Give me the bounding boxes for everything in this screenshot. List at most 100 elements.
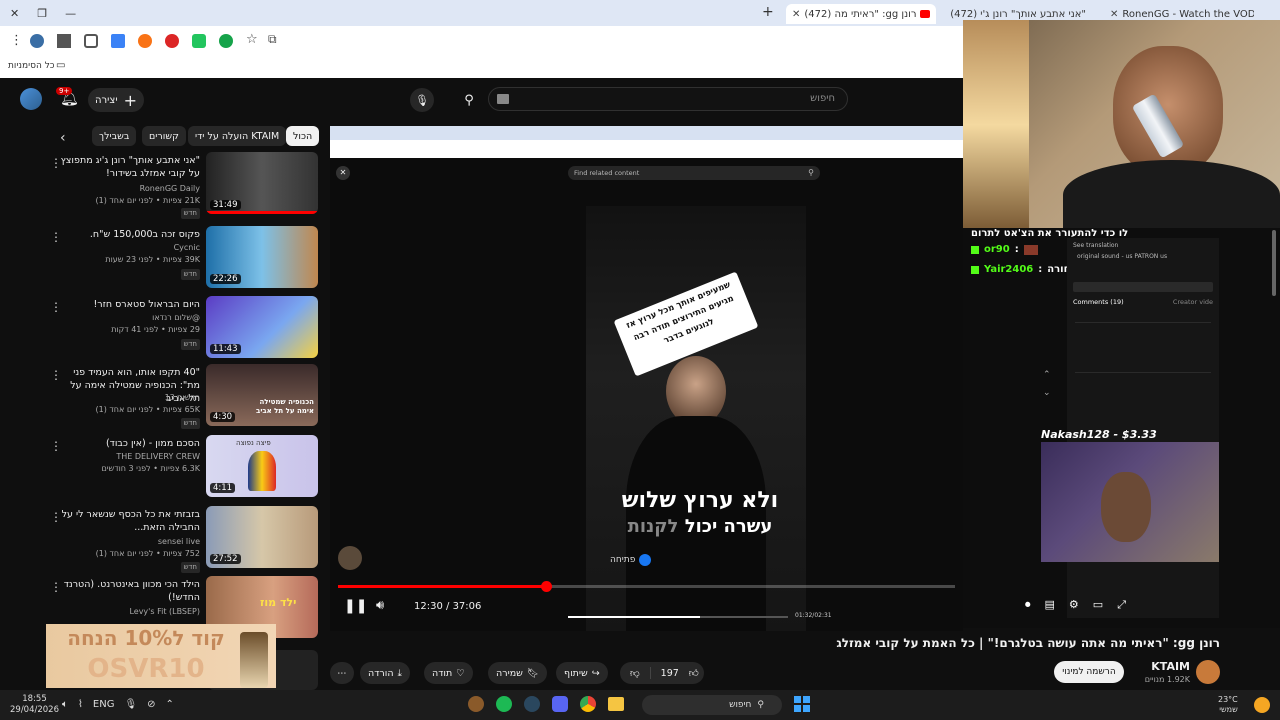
tab-active[interactable]: רונן gg: "ראיתי מה (472) ✕ xyxy=(786,4,936,24)
clock[interactable]: 18:55 29/04/2026 xyxy=(10,694,59,716)
extension-icon[interactable] xyxy=(111,34,125,48)
mic-icon[interactable]: 🎙︎ xyxy=(124,699,137,710)
see-translation-link[interactable]: See translation xyxy=(1067,238,1219,253)
puzzle-icon[interactable] xyxy=(84,34,98,48)
more-options-icon[interactable]: ⋮ xyxy=(50,439,62,453)
language-indicator[interactable]: ENG xyxy=(93,699,115,710)
video-thumbnail[interactable]: פיצה נפוצה 4:11 xyxy=(206,435,318,497)
autoplay-toggle-icon[interactable]: ⏺ xyxy=(1025,598,1031,612)
more-options-icon[interactable]: ⋮ xyxy=(50,510,62,524)
subtitles-icon[interactable]: ▤ xyxy=(1045,598,1055,612)
channel-name[interactable]: RonenGG Daily xyxy=(30,183,200,194)
inner-search[interactable]: Find related content ⚲ xyxy=(568,166,820,180)
chevron-down-icon[interactable]: ⌄ xyxy=(1043,388,1051,398)
list-item[interactable]: 11:43 היום הבראול סטארס חזר! @שלום רנדאו… xyxy=(0,296,322,366)
share-button[interactable]: שיתוף ↪ xyxy=(556,662,608,684)
close-icon[interactable]: ✕ xyxy=(336,166,350,180)
channel-name[interactable]: חדשות 13 xyxy=(30,392,200,403)
volume-icon[interactable]: 🔊︎ xyxy=(376,598,384,613)
list-item[interactable]: 31:49 "אני אתבע אותך" רונן ג'יג מתפוצץ ע… xyxy=(0,152,322,222)
progress-scrubber[interactable] xyxy=(540,581,552,592)
file-explorer-icon[interactable] xyxy=(608,697,624,711)
like-icon[interactable]: 👍︎ xyxy=(689,667,699,679)
network-icon[interactable]: ⌇ xyxy=(78,699,83,710)
restore-window-icon[interactable]: ❐ xyxy=(37,7,47,20)
download-button[interactable]: הורדה ⤓ xyxy=(360,662,410,684)
windows-start-icon[interactable] xyxy=(794,696,810,712)
discord-icon[interactable] xyxy=(552,696,568,712)
video-title[interactable]: הסכם ממון - (אין כבוד) xyxy=(60,437,200,450)
new-tab-icon[interactable]: + xyxy=(762,4,774,20)
channel-name[interactable]: Levy's Fit (LBSEP) xyxy=(30,606,200,617)
extension-icon[interactable] xyxy=(138,34,152,48)
fullscreen-icon[interactable]: ⤢ xyxy=(1117,598,1126,612)
channel-name-main[interactable]: KTAIM xyxy=(1130,660,1190,673)
more-options-icon[interactable]: ⋮ xyxy=(50,230,62,244)
weather-widget[interactable]: 23°C שמשי xyxy=(1218,695,1238,715)
pause-icon[interactable]: ❚❚ xyxy=(344,598,367,614)
extension-icon[interactable] xyxy=(192,34,206,48)
menu-dots-icon[interactable]: ⋮ xyxy=(10,33,23,48)
extension-icon[interactable] xyxy=(219,34,233,48)
close-tab-icon[interactable]: ✕ xyxy=(1110,9,1118,20)
thanks-button[interactable]: תודה ♡ xyxy=(424,662,473,684)
cast-icon[interactable]: ⧉ xyxy=(268,32,277,47)
taskbar-search[interactable]: חיפוש ⚲ xyxy=(642,695,782,715)
search-button[interactable]: ⚲ xyxy=(456,88,482,112)
video-title[interactable]: הילד הכי מכוון באינטרנט. (הטרנד החדש!) xyxy=(60,578,200,604)
channel-avatar[interactable] xyxy=(1196,660,1220,684)
mic-off-icon[interactable]: ⊘ xyxy=(147,699,155,710)
video-thumbnail[interactable]: 22:26 xyxy=(206,226,318,288)
avatar[interactable] xyxy=(20,88,42,110)
all-bookmarks-link[interactable]: כל הסימניות xyxy=(8,61,55,71)
video-title[interactable]: היום הבראול סטארס חזר! xyxy=(60,298,200,311)
video-thumbnail[interactable]: 11:43 xyxy=(206,296,318,358)
extension-icon[interactable] xyxy=(57,34,71,48)
settings-gear-icon[interactable]: ⚙ xyxy=(1069,598,1079,612)
close-window-icon[interactable]: ✕ xyxy=(10,7,19,20)
app-icon[interactable] xyxy=(468,696,484,712)
spotify-icon[interactable] xyxy=(496,696,512,712)
list-item[interactable]: 27:52 בזבזתי את כל הכסף שנשאר לי על החבי… xyxy=(0,506,322,576)
comments-tab[interactable]: Comments (19) xyxy=(1073,298,1124,306)
steam-icon[interactable] xyxy=(524,696,540,712)
open-label: פתיחה xyxy=(610,555,636,565)
video-player[interactable]: ✕ Find related content ⚲ שמעיפים אותך מכ… xyxy=(330,126,963,631)
video-title[interactable]: "אני אתבע אותך" רונן ג'יג מתפוצץ על קובי… xyxy=(60,154,200,180)
video-title[interactable]: פקוס זכה ב150,000 ש"ח. xyxy=(60,228,200,241)
channel-name[interactable]: sensei live xyxy=(30,536,200,547)
more-options-icon[interactable]: ⋮ xyxy=(50,300,62,314)
list-item[interactable]: הכנופיה שמטילה אימה על תל אביב 4:30 "40 … xyxy=(0,364,322,434)
chrome-icon[interactable] xyxy=(580,696,596,712)
video-thumbnail[interactable]: 31:49 xyxy=(206,152,318,214)
scrollbar[interactable] xyxy=(1272,230,1276,296)
close-tab-icon[interactable]: ✕ xyxy=(792,9,800,20)
video-title[interactable]: בזבזתי את כל הכסף שנשאר לי על החבילה הזא… xyxy=(60,508,200,534)
profile-extension-icon[interactable] xyxy=(30,34,44,48)
create-button[interactable]: יצירה + xyxy=(88,88,144,112)
creator-videos-tab[interactable]: Creator vide xyxy=(1173,298,1213,306)
dislike-icon[interactable]: 👎︎ xyxy=(620,667,651,679)
minimize-window-icon[interactable]: — xyxy=(65,7,76,20)
save-button[interactable]: שמירה 🔖︎ xyxy=(488,662,547,684)
more-actions-button[interactable]: ⋯ xyxy=(330,662,354,684)
tray-overflow-icon[interactable]: ⌃ xyxy=(166,699,174,710)
bookmark-star-icon[interactable]: ☆ xyxy=(246,32,258,47)
speaker-icon[interactable]: 🔈︎ xyxy=(62,699,68,710)
list-item[interactable]: פיצה נפוצה 4:11 הסכם ממון - (אין כבוד) T… xyxy=(0,435,322,505)
theater-mode-icon[interactable]: ▭ xyxy=(1093,598,1103,612)
video-thumbnail[interactable]: 27:52 xyxy=(206,506,318,568)
microphone-icon[interactable]: 🎙︎ xyxy=(410,88,434,112)
open-button[interactable]: פתיחה xyxy=(610,554,652,566)
more-options-icon[interactable]: ⋮ xyxy=(50,580,62,594)
list-item[interactable]: 22:26 פקוס זכה ב150,000 ש"ח. Cycnic 39K … xyxy=(0,226,322,296)
search-input[interactable]: חיפוש xyxy=(488,87,848,111)
more-options-icon[interactable]: ⋮ xyxy=(50,156,62,170)
video-thumbnail[interactable]: הכנופיה שמטילה אימה על תל אביב 4:30 xyxy=(206,364,318,426)
extension-icon[interactable] xyxy=(165,34,179,48)
subscribe-button[interactable]: הרשמה למינוי xyxy=(1054,661,1124,683)
chevron-up-icon[interactable]: ⌃ xyxy=(1043,370,1051,380)
keyboard-icon[interactable] xyxy=(497,94,509,104)
progress-bar[interactable] xyxy=(338,585,955,588)
more-options-icon[interactable]: ⋮ xyxy=(50,368,62,382)
